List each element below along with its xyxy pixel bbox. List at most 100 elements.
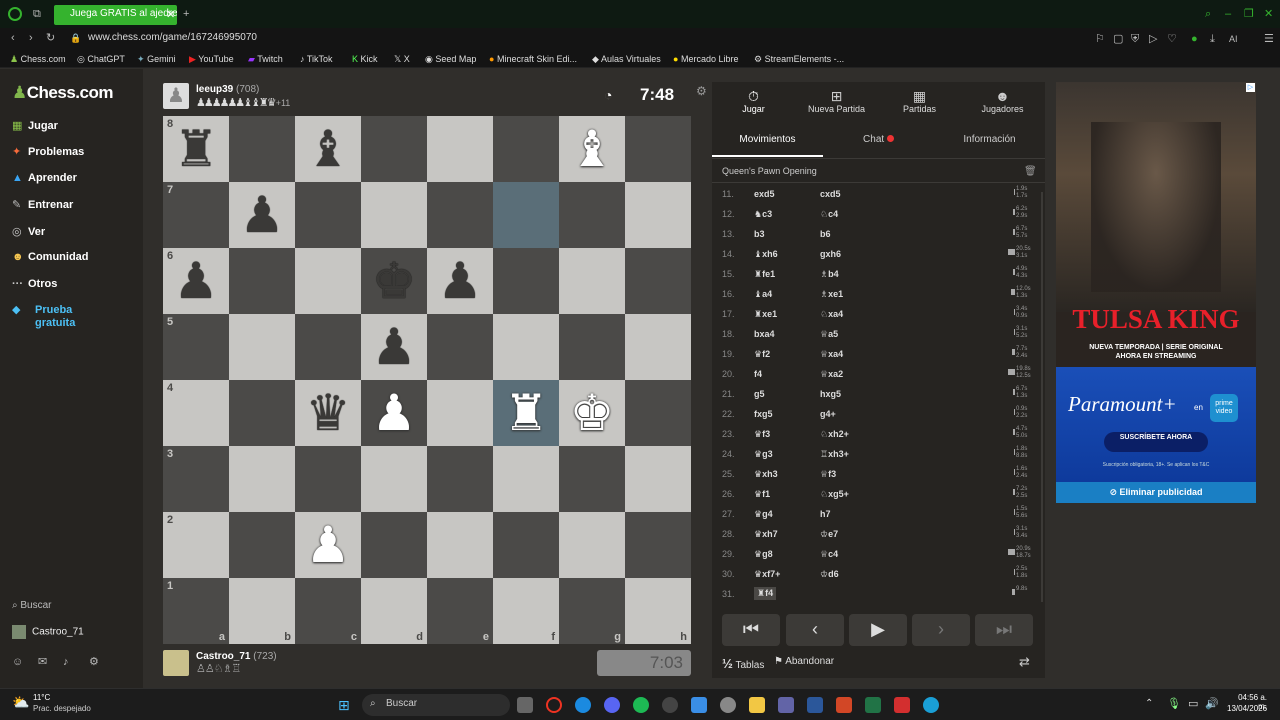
tab-jugar[interactable]: ⏱ Jugar	[712, 82, 795, 122]
square-b4[interactable]	[229, 380, 295, 446]
tab-island-icon[interactable]: ⧉	[33, 8, 41, 20]
tab-close-icon[interactable]: ✕	[166, 9, 175, 21]
white-move[interactable]: ♛f3	[754, 429, 770, 440]
last-move-button[interactable]: ⏭	[975, 614, 1033, 646]
square-c7[interactable]	[295, 182, 361, 248]
black-piece-d6[interactable]: ♚	[361, 248, 427, 314]
forward-move-button[interactable]: ›	[912, 614, 970, 646]
square-f7[interactable]	[493, 182, 559, 248]
square-f3[interactable]	[493, 446, 559, 512]
opponent-avatar[interactable]: ♟	[163, 83, 189, 109]
sidebar-item-problemas[interactable]: ✦ Problemas	[12, 145, 84, 158]
square-f6[interactable]	[493, 248, 559, 314]
tab-informacion[interactable]: Información	[934, 126, 1045, 157]
square-e4[interactable]	[427, 380, 493, 446]
discord-icon[interactable]	[604, 697, 620, 713]
square-d1[interactable]: d	[361, 578, 427, 644]
flip-board-icon[interactable]: ⇄	[1019, 654, 1030, 670]
tab-jugadores[interactable]: ☻ Jugadores	[961, 82, 1044, 122]
square-h8[interactable]	[625, 116, 691, 182]
bookmark-mercado[interactable]: ● Mercado Libre	[673, 54, 738, 64]
mic-icon[interactable]: 🎙	[1167, 697, 1181, 710]
black-move[interactable]: ♘xh2+	[820, 429, 849, 440]
clock-date[interactable]: 13/04/2026	[1227, 704, 1267, 713]
sidebar-item-prueba[interactable]: ◆ Prueba gratuita	[12, 304, 82, 330]
shield-icon[interactable]: ⛨	[1131, 33, 1139, 45]
volume-icon[interactable]: 🔊	[1205, 697, 1219, 710]
black-move[interactable]: ♕a5	[820, 329, 838, 340]
square-d7[interactable]	[361, 182, 427, 248]
new-tab-icon[interactable]: +	[183, 8, 189, 20]
black-move[interactable]: ♕xa4	[820, 349, 843, 360]
tab-chat[interactable]: Chat	[823, 126, 934, 157]
tab-chess[interactable]: Juega GRATIS al ajedrez c	[54, 5, 177, 25]
black-move[interactable]: ♖xh3+	[820, 449, 849, 460]
square-b1[interactable]: b	[229, 578, 295, 644]
powerpoint-icon[interactable]	[836, 697, 852, 713]
sidebar-item-entrenar[interactable]: ✎ Entrenar	[12, 198, 73, 211]
minimize-icon[interactable]: –	[1225, 8, 1231, 20]
chess-board[interactable]: 8 7 6 5 4 3 2 1 a b c d e f g h ♜ ♝ ♝ ♟ ♟ ♚ ♟ ♟ ♛ ♟ ♜ ♚ ♟	[163, 116, 691, 644]
square-d2[interactable]	[361, 512, 427, 578]
bookmark-aulas[interactable]: ◆ Aulas Virtuales	[592, 54, 661, 65]
square-d3[interactable]	[361, 446, 427, 512]
sidebar-item-otros[interactable]: ··· Otros	[12, 278, 57, 290]
sidebar-item-comunidad[interactable]: ☻ Comunidad	[12, 251, 89, 263]
square-e1[interactable]: e	[427, 578, 493, 644]
bookmark-tiktok[interactable]: ♪ TikTok	[300, 54, 333, 64]
square-b2[interactable]	[229, 512, 295, 578]
black-piece-a6[interactable]: ♟	[163, 248, 229, 314]
bell-icon[interactable]: ♪	[63, 656, 69, 668]
black-piece-a8[interactable]: ♜	[163, 116, 229, 182]
weather-desc[interactable]: Prac. despejado	[33, 704, 91, 713]
friends-icon[interactable]: ☺	[12, 656, 23, 668]
reload-icon[interactable]: ↻	[46, 32, 55, 44]
square-h6[interactable]	[625, 248, 691, 314]
square-h5[interactable]	[625, 314, 691, 380]
square-a4[interactable]: 4	[163, 380, 229, 446]
mail-icon[interactable]: ✉	[38, 656, 47, 668]
square-g1[interactable]: g	[559, 578, 625, 644]
square-g2[interactable]	[559, 512, 625, 578]
square-b5[interactable]	[229, 314, 295, 380]
square-a3[interactable]: 3	[163, 446, 229, 512]
bookmark-streamelements[interactable]: ⚙ StreamElements -...	[754, 54, 844, 65]
square-f2[interactable]	[493, 512, 559, 578]
tab-partidas[interactable]: ▦ Partidas	[878, 82, 961, 122]
scrollbar[interactable]	[1041, 192, 1043, 602]
white-move[interactable]: ♛f1	[754, 489, 770, 500]
white-move[interactable]: ♜xe1	[754, 309, 777, 320]
bookmark-chess[interactable]: ♟ Chess.com	[10, 54, 66, 65]
black-move[interactable]: ♔e7	[820, 529, 838, 540]
black-piece-c8[interactable]: ♝	[295, 116, 361, 182]
chess-logo[interactable]: ♟Chess.com	[12, 83, 113, 103]
square-a5[interactable]: 5	[163, 314, 229, 380]
black-move[interactable]: b6	[820, 229, 831, 239]
white-move[interactable]: ♝xh6	[754, 249, 778, 260]
ad-cta-button[interactable]: SUSCRÍBETE AHORA	[1104, 432, 1208, 452]
tab-nueva-partida[interactable]: ⊞ Nueva Partida	[795, 82, 878, 122]
next-move-button[interactable]: ▶	[849, 614, 907, 646]
square-f1[interactable]: f	[493, 578, 559, 644]
white-move[interactable]: g5	[754, 389, 765, 399]
black-move[interactable]: ♘xa4	[820, 309, 843, 320]
trash-icon[interactable]: 🗑	[1024, 166, 1037, 177]
white-move[interactable]: ♛xh7	[754, 529, 778, 540]
sidebar-user[interactable]: Castroo_71	[12, 625, 84, 639]
white-piece-d4[interactable]: ♟	[361, 380, 427, 446]
square-h7[interactable]	[625, 182, 691, 248]
opponent-name[interactable]: leeup39 (708)	[196, 84, 259, 95]
square-c1[interactable]: c	[295, 578, 361, 644]
app-icon[interactable]	[923, 697, 939, 713]
black-piece-c4[interactable]: ♛	[295, 380, 361, 446]
square-h3[interactable]	[625, 446, 691, 512]
excel-icon[interactable]	[865, 697, 881, 713]
square-b3[interactable]	[229, 446, 295, 512]
black-piece-e6[interactable]: ♟	[427, 248, 493, 314]
settings-icon[interactable]: ⚙	[89, 656, 99, 668]
pdf-icon[interactable]	[894, 697, 910, 713]
square-d8[interactable]	[361, 116, 427, 182]
white-piece-g8[interactable]: ♝	[559, 116, 625, 182]
square-a2[interactable]: 2	[163, 512, 229, 578]
black-move[interactable]: ♕c4	[820, 549, 838, 560]
